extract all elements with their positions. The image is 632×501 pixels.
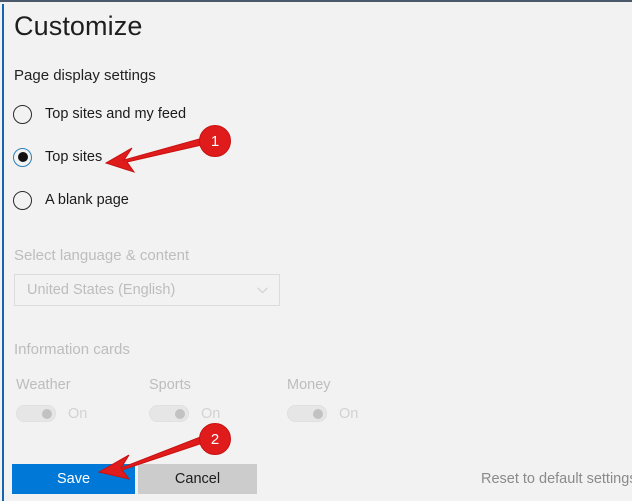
toggle-weather[interactable]: On — [16, 405, 87, 422]
radio-label: Top sites — [45, 149, 103, 165]
radio-label: A blank page — [45, 192, 129, 208]
cancel-button[interactable]: Cancel — [138, 464, 257, 494]
toggle-knob — [175, 408, 185, 419]
radio-option-top-sites-and-my-feed[interactable]: Top sites and my feed — [13, 102, 186, 126]
toggle-track — [16, 405, 56, 422]
toggle-state-label: On — [339, 405, 359, 422]
toggle-state-label: On — [68, 405, 88, 422]
radio-option-top-sites[interactable]: Top sites — [13, 145, 102, 169]
chevron-down-icon — [257, 287, 268, 294]
annotation-badge-1: 1 — [199, 125, 231, 157]
card-label-money: Money — [287, 377, 331, 393]
language-select[interactable]: United States (English) — [14, 274, 280, 306]
toggle-sports[interactable]: On — [149, 405, 220, 422]
toggle-track — [149, 405, 189, 422]
radio-indicator-unselected — [13, 190, 32, 210]
toggle-knob — [313, 408, 323, 419]
card-label-weather: Weather — [16, 377, 71, 393]
radio-label: Top sites and my feed — [45, 106, 187, 122]
save-button[interactable]: Save — [12, 464, 135, 494]
card-label-sports: Sports — [149, 377, 191, 393]
language-select-value: United States (English) — [27, 282, 176, 298]
annotation-badge-2: 2 — [199, 423, 231, 455]
radio-indicator-unselected — [13, 104, 32, 124]
section-heading-select-language: Select language & content — [14, 247, 190, 264]
radio-option-a-blank-page[interactable]: A blank page — [13, 188, 129, 212]
toggle-track — [287, 405, 327, 422]
section-heading-page-display: Page display settings — [14, 67, 156, 84]
toggle-money[interactable]: On — [287, 405, 358, 422]
reset-to-default-settings-link[interactable]: Reset to default settings — [481, 471, 632, 487]
page-title: Customize — [14, 11, 143, 41]
customize-panel: Customize Page display settings Top site… — [0, 0, 632, 501]
left-accent-rail — [2, 4, 4, 501]
section-heading-information-cards: Information cards — [14, 341, 130, 358]
toggle-state-label: On — [201, 405, 221, 422]
radio-indicator-selected — [13, 147, 32, 167]
toggle-knob — [42, 408, 52, 419]
annotation-arrow-1 — [104, 137, 207, 173]
